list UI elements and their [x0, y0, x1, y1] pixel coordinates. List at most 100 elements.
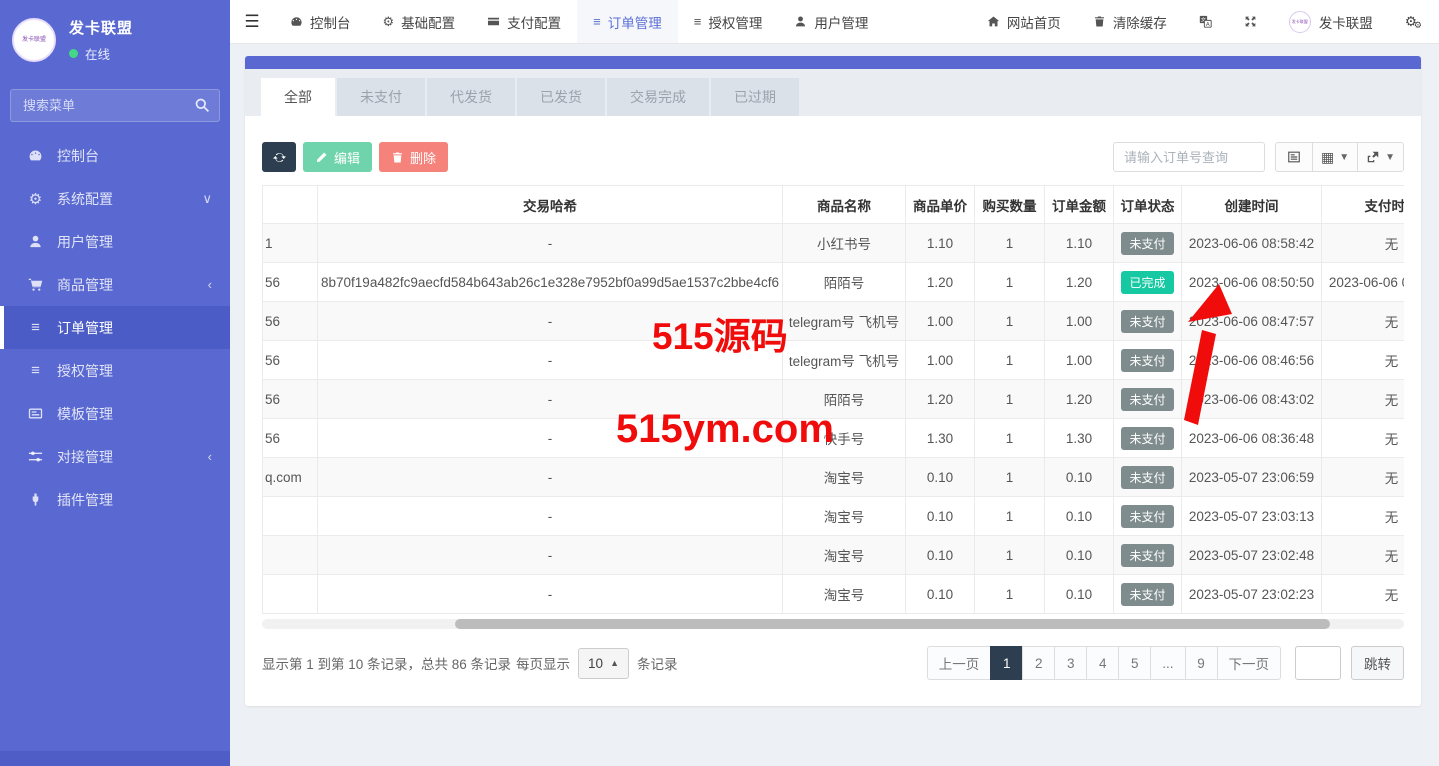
- cell-hash: -: [318, 341, 783, 380]
- tab-已过期[interactable]: 已过期: [711, 78, 799, 116]
- page-button-5[interactable]: 5: [1118, 646, 1151, 680]
- nav-item-清除缓存[interactable]: 清除缓存: [1077, 0, 1183, 43]
- cell-created: 2023-06-06 08:36:48: [1182, 419, 1322, 458]
- page-button-4[interactable]: 4: [1086, 646, 1119, 680]
- cell-created: 2023-05-07 23:02:23: [1182, 575, 1322, 614]
- table-row[interactable]: 56 - telegram号 飞机号 1.00 1 1.00 未支付 2023-…: [263, 302, 1405, 341]
- table-row[interactable]: 56 - 快手号 1.30 1 1.30 未支付 2023-06-06 08:3…: [263, 419, 1405, 458]
- nav-item-控制台[interactable]: 控制台: [274, 0, 367, 43]
- page-button-2[interactable]: 2: [1022, 646, 1055, 680]
- sidebar-item-授权管理[interactable]: ≡ 授权管理: [0, 349, 230, 392]
- user-menu[interactable]: 发卡联盟 发卡联盟: [1273, 0, 1389, 43]
- caret-up-icon: ▲: [610, 658, 619, 668]
- status-badge: 未支付: [1121, 544, 1173, 567]
- translate-button[interactable]: 文A: [1183, 0, 1228, 43]
- cell-contact: [263, 536, 318, 575]
- tab-交易完成[interactable]: 交易完成: [607, 78, 709, 116]
- page-button-1[interactable]: 1: [990, 646, 1023, 680]
- sidebar-item-订单管理[interactable]: ≡ 订单管理: [0, 306, 230, 349]
- cell-contact: [263, 575, 318, 614]
- table-row[interactable]: 1 - 小红书号 1.10 1 1.10 未支付 2023-06-06 08:5…: [263, 224, 1405, 263]
- detail-view-button[interactable]: [1275, 142, 1313, 172]
- refresh-button[interactable]: [262, 142, 296, 172]
- expand-icon: [1244, 15, 1257, 28]
- nav-item-用户管理[interactable]: 用户管理: [778, 0, 884, 43]
- table-row[interactable]: 56 8b70f19a482fc9aecfd584b643ab26c1e328e…: [263, 263, 1405, 302]
- cell-paid: 无: [1322, 419, 1405, 458]
- sidebar-item-用户管理[interactable]: 用户管理: [0, 220, 230, 263]
- cell-quantity: 1: [975, 224, 1045, 263]
- table-row[interactable]: 56 - 陌陌号 1.20 1 1.20 未支付 2023-06-06 08:4…: [263, 380, 1405, 419]
- sidebar-item-插件管理[interactable]: 插件管理: [0, 478, 230, 521]
- cell-price: 1.20: [906, 380, 975, 419]
- nav-item-基础配置[interactable]: ⚙ 基础配置: [367, 0, 472, 43]
- cell-status: 未支付: [1114, 536, 1182, 575]
- cell-contact: 56: [263, 380, 318, 419]
- cell-amount: 0.10: [1045, 497, 1114, 536]
- cell-product-name: 快手号: [783, 419, 906, 458]
- sidebar-item-系统配置[interactable]: ⚙ 系统配置 ∨: [0, 177, 230, 220]
- sidebar-item-模板管理[interactable]: 模板管理: [0, 392, 230, 435]
- nav-item-授权管理[interactable]: ≡ 授权管理: [678, 0, 779, 43]
- cell-status: 已完成: [1114, 263, 1182, 302]
- settings-cogs-icon[interactable]: ⚙⚙: [1389, 0, 1439, 43]
- order-search-input[interactable]: [1113, 142, 1265, 172]
- cell-price: 1.00: [906, 302, 975, 341]
- cell-product-name: 淘宝号: [783, 497, 906, 536]
- trash-icon: [391, 151, 404, 164]
- table-row[interactable]: - 淘宝号 0.10 1 0.10 未支付 2023-05-07 23:03:1…: [263, 497, 1405, 536]
- orders-table-viewport: 交易哈希商品名称商品单价购买数量订单金额订单状态创建时间支付时间 1 - 小红书…: [262, 185, 1404, 614]
- tab-代发货[interactable]: 代发货: [427, 78, 515, 116]
- jump-button[interactable]: 跳转: [1351, 646, 1404, 680]
- table-row[interactable]: 56 - telegram号 飞机号 1.00 1 1.00 未支付 2023-…: [263, 341, 1405, 380]
- sidebar-item-商品管理[interactable]: 商品管理 ‹: [0, 263, 230, 306]
- page-size-select[interactable]: 10 ▲: [578, 648, 629, 679]
- table-row[interactable]: - 淘宝号 0.10 1 0.10 未支付 2023-05-07 23:02:2…: [263, 575, 1405, 614]
- table-row[interactable]: - 淘宝号 0.10 1 0.10 未支付 2023-05-07 23:02:4…: [263, 536, 1405, 575]
- status-badge: 未支付: [1121, 427, 1173, 450]
- cell-product-name: 小红书号: [783, 224, 906, 263]
- list-icon: ≡: [593, 14, 601, 29]
- cell-amount: 0.10: [1045, 458, 1114, 497]
- cell-created: 2023-06-06 08:58:42: [1182, 224, 1322, 263]
- cell-hash: -: [318, 575, 783, 614]
- delete-button[interactable]: 删除: [379, 142, 448, 172]
- expand-button[interactable]: [1228, 0, 1273, 43]
- cell-amount: 1.00: [1045, 302, 1114, 341]
- nav-item-订单管理[interactable]: ≡ 订单管理: [577, 0, 678, 43]
- chevron-down-icon: ∨: [202, 191, 212, 207]
- edit-button[interactable]: 编辑: [303, 142, 372, 172]
- cell-paid: 无: [1322, 380, 1405, 419]
- menu-toggle-icon[interactable]: ☰: [230, 0, 274, 43]
- cell-quantity: 1: [975, 497, 1045, 536]
- brand-title: 发卡联盟: [69, 17, 133, 38]
- sidebar-search-input[interactable]: [10, 89, 220, 122]
- columns-button[interactable]: ▦▼: [1312, 142, 1358, 172]
- sidebar-item-控制台[interactable]: 控制台: [0, 134, 230, 177]
- cell-hash: -: [318, 302, 783, 341]
- gear-icon: ⚙: [27, 190, 44, 207]
- nav-item-网站首页[interactable]: 网站首页: [971, 0, 1077, 43]
- sidebar-item-对接管理[interactable]: 对接管理 ‹: [0, 435, 230, 478]
- cell-paid: 无: [1322, 302, 1405, 341]
- tab-全部[interactable]: 全部: [261, 78, 335, 116]
- page-button-上一页[interactable]: 上一页: [927, 646, 992, 680]
- template-icon: [27, 405, 44, 422]
- cell-status: 未支付: [1114, 575, 1182, 614]
- cell-status: 未支付: [1114, 341, 1182, 380]
- export-button[interactable]: ▼: [1357, 142, 1404, 172]
- cell-hash: -: [318, 224, 783, 263]
- page-button-下一页[interactable]: 下一页: [1217, 646, 1282, 680]
- scrollbar-thumb[interactable]: [455, 619, 1330, 629]
- page-buttons: 上一页12345...9下一页: [927, 646, 1281, 680]
- cell-hash: -: [318, 536, 783, 575]
- table-row[interactable]: q.com - 淘宝号 0.10 1 0.10 未支付 2023-05-07 2…: [263, 458, 1405, 497]
- tab-未支付[interactable]: 未支付: [337, 78, 425, 116]
- page-button-...[interactable]: ...: [1150, 646, 1185, 680]
- jump-page-input[interactable]: [1295, 646, 1341, 680]
- page-button-9[interactable]: 9: [1185, 646, 1218, 680]
- cell-contact: 56: [263, 341, 318, 380]
- page-button-3[interactable]: 3: [1054, 646, 1087, 680]
- tab-已发货[interactable]: 已发货: [517, 78, 605, 116]
- nav-item-支付配置[interactable]: 支付配置: [471, 0, 577, 43]
